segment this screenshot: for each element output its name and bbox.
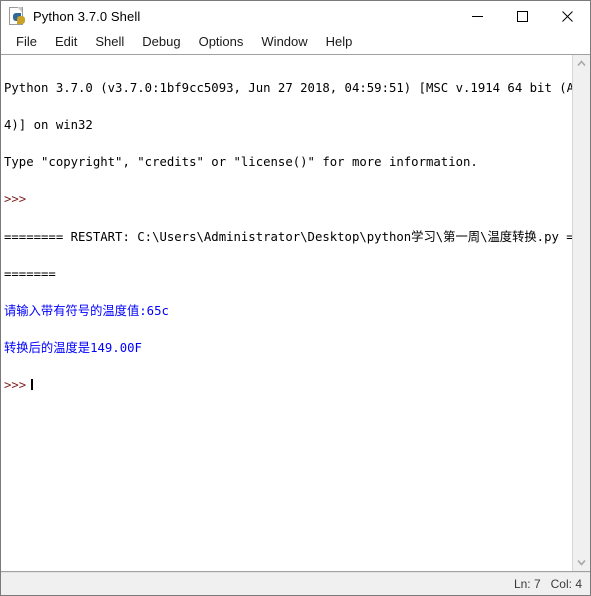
window-title: Python 3.7.0 Shell [33,8,141,24]
text-caret [31,379,34,391]
menu-item-edit[interactable]: Edit [46,33,86,51]
chevron-up-icon [577,60,586,67]
console-prompt: >>> [4,192,27,207]
shell-text-area-wrapper: Python 3.7.0 (v3.7.0:1bf9cc5093, Jun 27 … [1,54,590,572]
scrollbar-down-button[interactable] [573,554,590,571]
status-line-indicator: Ln: 7 [513,577,541,591]
status-col-indicator: Col: 4 [550,577,582,591]
scrollbar-track[interactable] [573,72,590,554]
title-bar: Python 3.7.0 Shell [1,1,590,31]
maximize-icon [517,10,528,22]
menu-item-file[interactable]: File [7,33,46,51]
console-stdout-line: 请输入带有符号的温度值:65c [4,304,169,319]
idle-shell-window: Python 3.7.0 Shell File Edit Shell Debug… [0,0,591,596]
close-icon [562,10,573,22]
menu-item-debug[interactable]: Debug [133,33,189,51]
console-prompt-text: >>> [4,378,27,393]
console-line: 4)] on win32 [4,118,93,133]
minimize-icon [472,15,483,17]
menu-item-options[interactable]: Options [190,33,253,51]
console-restart-line: ======== RESTART: C:\Users\Administrator… [4,229,572,244]
maximize-button[interactable] [500,1,545,31]
menu-item-shell[interactable]: Shell [86,33,133,51]
console-line: Python 3.7.0 (v3.7.0:1bf9cc5093, Jun 27 … [4,80,572,95]
console-stdout-line: 转换后的温度是149.00F [4,341,142,356]
menu-item-window[interactable]: Window [252,33,316,51]
console-restart-line: ======= [4,266,56,281]
menu-bar: File Edit Shell Debug Options Window Hel… [1,31,590,54]
python-file-icon [8,7,26,25]
console-active-prompt: >>> [4,378,572,393]
minimize-button[interactable] [455,1,500,31]
shell-text-area[interactable]: Python 3.7.0 (v3.7.0:1bf9cc5093, Jun 27 … [1,55,572,571]
scrollbar-up-button[interactable] [573,55,590,72]
window-controls [455,1,590,31]
status-bar: Ln: 7 Col: 4 [1,572,590,595]
chevron-down-icon [577,559,586,566]
close-button[interactable] [545,1,590,31]
console-line: Type "copyright", "credits" or "license(… [4,155,478,170]
vertical-scrollbar[interactable] [572,55,590,571]
menu-item-help[interactable]: Help [317,33,362,51]
